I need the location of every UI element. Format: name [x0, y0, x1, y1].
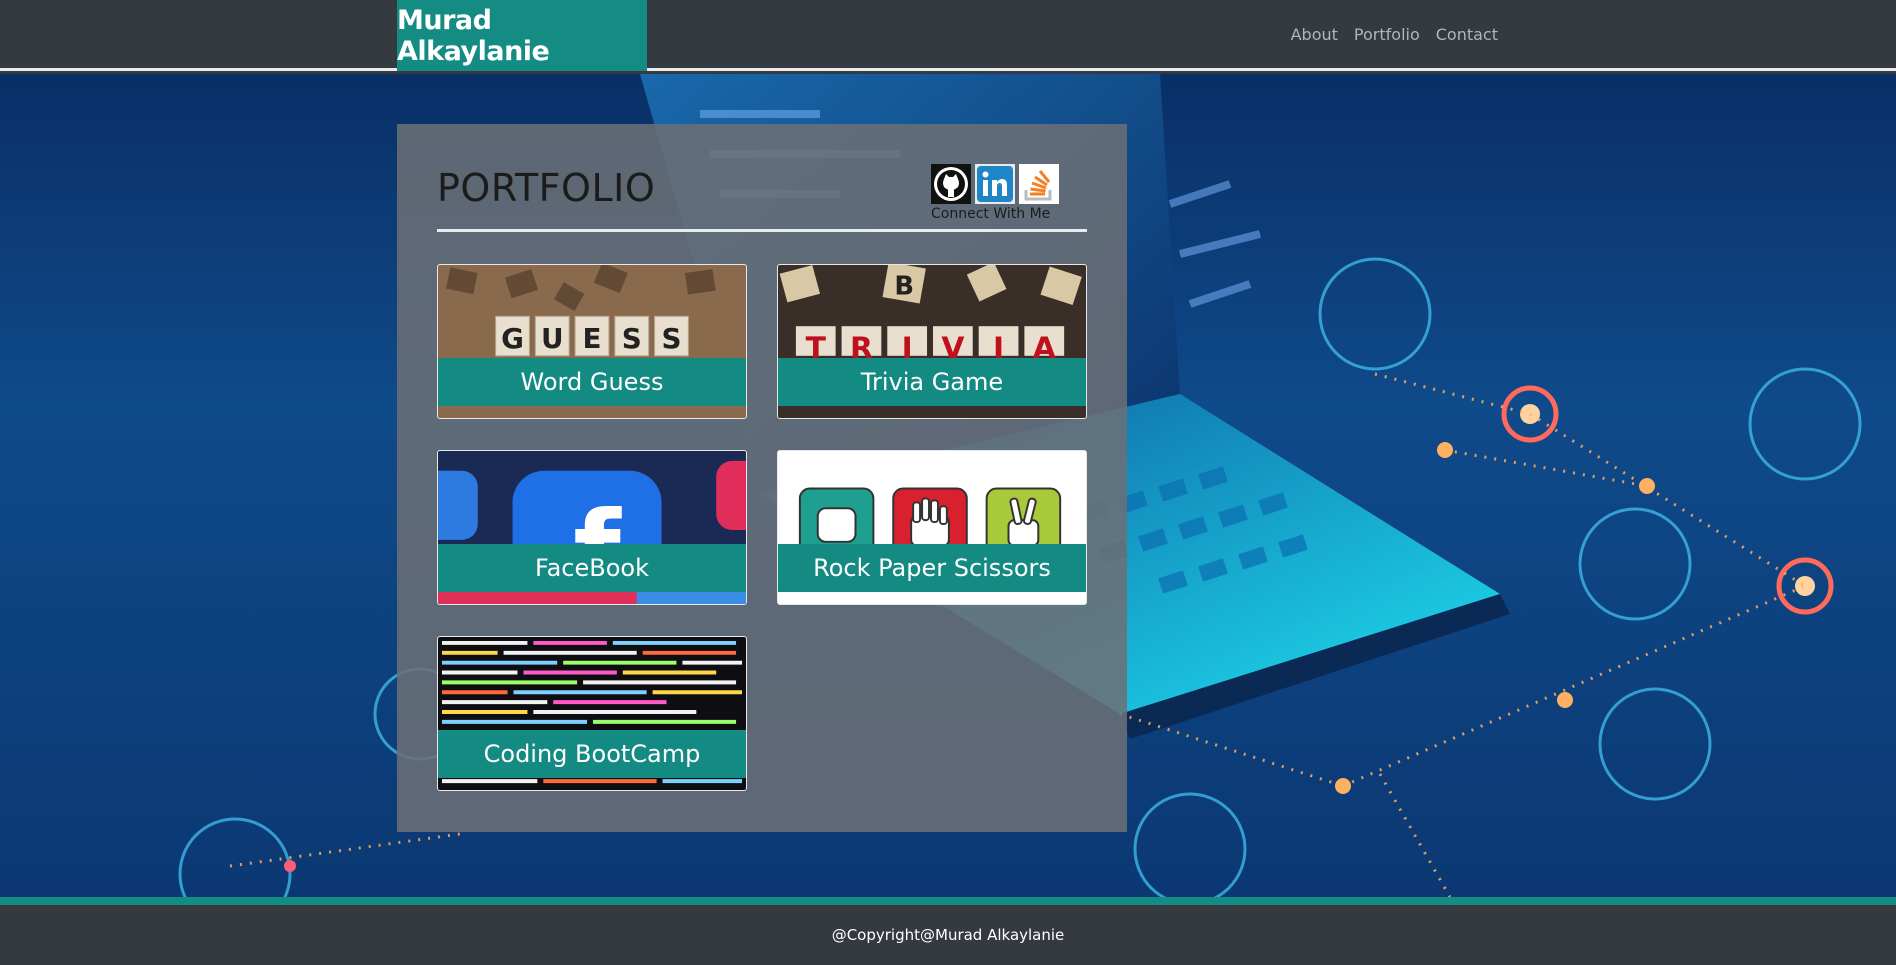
project-card-trivia-game[interactable]: B TRIVIA Trivia Game [777, 264, 1087, 419]
portfolio-panel: PORTFOLIO Connect With Me G U E S S Word… [397, 124, 1127, 832]
project-label: Rock Paper Scissors [778, 544, 1086, 592]
project-card-coding-bootcamp[interactable]: Coding BootCamp [437, 636, 747, 791]
project-label: Word Guess [438, 358, 746, 406]
social-links: Connect With Me [931, 164, 1071, 222]
nav-portfolio-link[interactable]: Portfolio [1354, 25, 1420, 44]
nav-links: About Portfolio Contact [1291, 0, 1498, 68]
project-label: Coding BootCamp [438, 730, 746, 778]
project-card-facebook[interactable]: f FaceBook [437, 450, 747, 605]
svg-text:S: S [622, 322, 642, 355]
project-card-rock-paper-scissors[interactable]: Rock Paper Scissors [777, 450, 1087, 605]
svg-text:G: G [501, 322, 524, 355]
github-icon[interactable] [931, 164, 971, 204]
page-title: PORTFOLIO [437, 166, 656, 210]
title-divider [437, 229, 1087, 232]
svg-text:U: U [541, 322, 564, 355]
footer: @Copyright@Murad Alkaylanie [0, 905, 1896, 965]
svg-text:B: B [894, 272, 914, 302]
project-label: Trivia Game [778, 358, 1086, 406]
svg-text:S: S [661, 322, 681, 355]
svg-text:E: E [583, 322, 602, 355]
connect-label: Connect With Me [931, 206, 1051, 222]
project-label: FaceBook [438, 544, 746, 592]
project-card-word-guess[interactable]: GUESS Word Guess [437, 264, 747, 419]
linkedin-icon[interactable] [975, 164, 1015, 204]
stackoverflow-icon[interactable] [1019, 164, 1059, 204]
top-navbar: Murad Alkaylanie About Portfolio Contact [0, 0, 1896, 71]
nav-about-link[interactable]: About [1291, 25, 1338, 44]
footer-accent-stripe [0, 897, 1896, 905]
copyright-text: @Copyright@Murad Alkaylanie [831, 926, 1065, 944]
brand-logo[interactable]: Murad Alkaylanie [397, 0, 647, 71]
nav-contact-link[interactable]: Contact [1436, 25, 1498, 44]
